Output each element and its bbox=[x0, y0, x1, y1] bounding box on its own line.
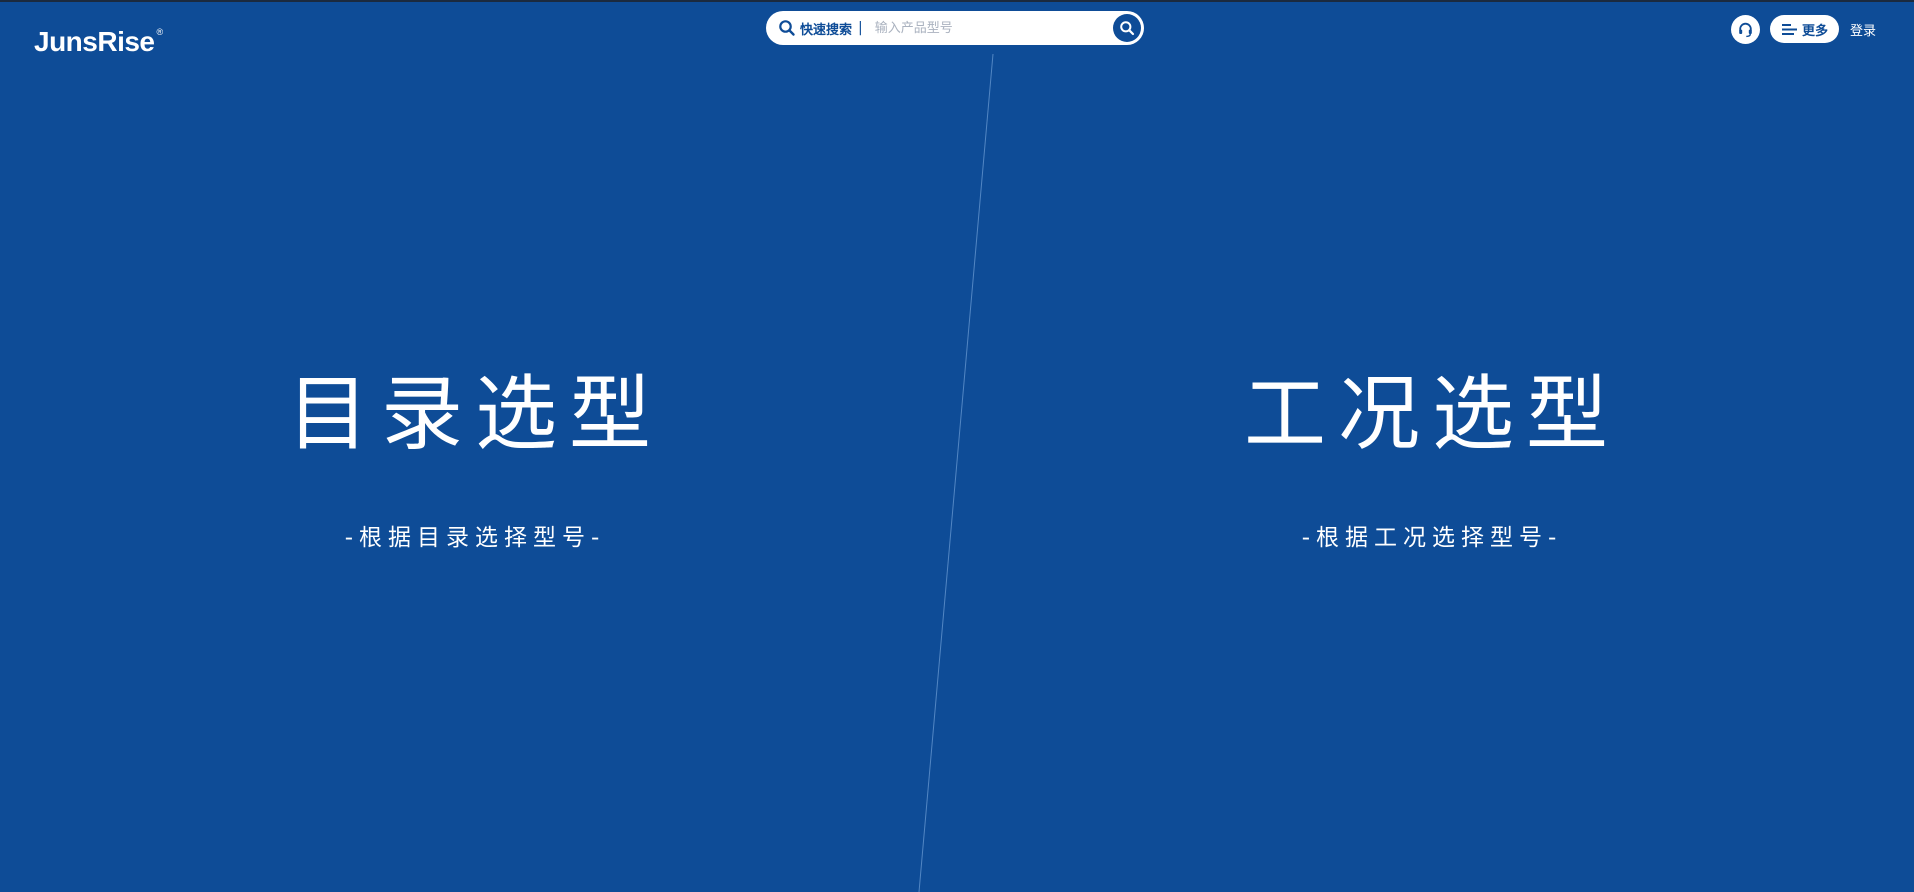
search-icon bbox=[778, 19, 796, 37]
catalog-selection-subtitle: -根据目录选择型号- bbox=[344, 525, 606, 551]
condition-selection-subtitle: -根据工况选择型号- bbox=[1301, 525, 1563, 551]
catalog-selection-panel[interactable]: 目录选型 -根据目录选择型号- bbox=[0, 360, 950, 554]
more-menu-button[interactable]: 更多 bbox=[1769, 15, 1839, 43]
logo-text: JunsRise bbox=[34, 26, 155, 57]
registered-mark: ® bbox=[156, 27, 164, 37]
condition-selection-title: 工况选型 bbox=[1243, 367, 1620, 462]
quick-search-bar: 快速搜索 | bbox=[766, 11, 1144, 45]
login-link[interactable]: 登录 bbox=[1850, 20, 1876, 39]
search-separator: | bbox=[858, 20, 863, 36]
headset-icon bbox=[1739, 22, 1752, 37]
search-icon bbox=[1120, 21, 1135, 36]
search-submit-button[interactable] bbox=[1113, 14, 1141, 42]
menu-lines-icon bbox=[1781, 23, 1797, 35]
quick-search-label: 快速搜索 bbox=[800, 22, 853, 38]
catalog-selection-title: 目录选型 bbox=[286, 367, 663, 462]
brand-logo[interactable]: JunsRise ® bbox=[34, 14, 164, 57]
product-model-input[interactable] bbox=[872, 19, 1113, 37]
window-top-edge bbox=[0, 0, 1914, 2]
header-tools: 更多 登录 bbox=[1730, 14, 1876, 44]
customer-support-button[interactable] bbox=[1730, 14, 1760, 44]
condition-selection-panel[interactable]: 工况选型 -根据工况选择型号- bbox=[957, 360, 1907, 554]
more-label: 更多 bbox=[1801, 23, 1828, 39]
